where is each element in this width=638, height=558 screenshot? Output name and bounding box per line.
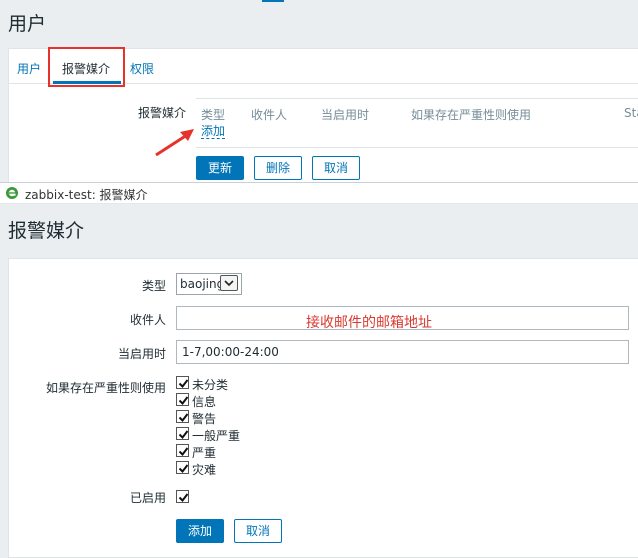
severity-checkbox-average[interactable] <box>176 427 189 440</box>
severity-checkbox-disaster[interactable] <box>176 461 189 474</box>
severity-label-information: 信息 <box>192 395 217 409</box>
enabled-label: 已启用 <box>129 491 166 505</box>
browser-icon <box>6 187 18 199</box>
column-header-type: 类型 <box>201 108 226 122</box>
type-select-value: baojing <box>180 277 225 291</box>
severity-checkbox-high[interactable] <box>176 444 189 457</box>
when-active-value: 1-7,00:00-24:00 <box>182 345 279 359</box>
window-title: zabbix-test: 报警媒介 <box>25 188 148 202</box>
severity-checkbox-information[interactable] <box>176 393 189 406</box>
column-header-severity: 如果存在严重性则使用 <box>411 108 532 122</box>
tab-users[interactable]: 用户 <box>17 60 41 77</box>
delete-button[interactable]: 删除 <box>254 156 302 180</box>
severity-checkbox-warning[interactable] <box>176 410 189 423</box>
severity-label-high: 严重 <box>192 446 217 460</box>
media-page-title: 报警媒介 <box>8 220 85 242</box>
cancel-button[interactable]: 取消 <box>312 156 360 180</box>
popup-cancel-button[interactable]: 取消 <box>234 519 282 543</box>
page-title: 用户 <box>8 13 47 35</box>
column-header-status: Sta <box>624 106 638 120</box>
severity-checkbox-not-classified[interactable] <box>176 376 189 389</box>
recipient-annotation: 接收邮件的邮箱地址 <box>306 315 432 331</box>
add-button[interactable]: 添加 <box>176 519 224 543</box>
media-form-card <box>8 258 638 558</box>
when-active-label: 当启用时 <box>117 347 166 361</box>
enabled-checkbox[interactable] <box>176 490 189 503</box>
column-header-recipient: 收件人 <box>251 108 288 122</box>
chevron-down-icon[interactable] <box>220 275 238 291</box>
add-media-link[interactable]: 添加 <box>201 124 226 139</box>
media-field-label: 报警媒介 <box>138 106 187 120</box>
column-header-when-active: 当启用时 <box>321 108 370 122</box>
top-accent-strip <box>262 0 284 2</box>
tab-permissions[interactable]: 权限 <box>130 60 154 77</box>
arrow-annotation-icon <box>155 129 194 157</box>
severity-label-warning: 警告 <box>192 412 217 426</box>
recipient-label: 收件人 <box>129 313 166 327</box>
severity-label-not-classified: 未分类 <box>192 378 229 392</box>
type-label: 类型 <box>141 279 166 293</box>
severity-label: 如果存在严重性则使用 <box>45 381 166 395</box>
update-button[interactable]: 更新 <box>196 156 244 180</box>
tab-highlight-annotation <box>48 47 125 87</box>
severity-label-average: 一般严重 <box>192 429 241 443</box>
severity-label-disaster: 灾难 <box>192 463 217 477</box>
